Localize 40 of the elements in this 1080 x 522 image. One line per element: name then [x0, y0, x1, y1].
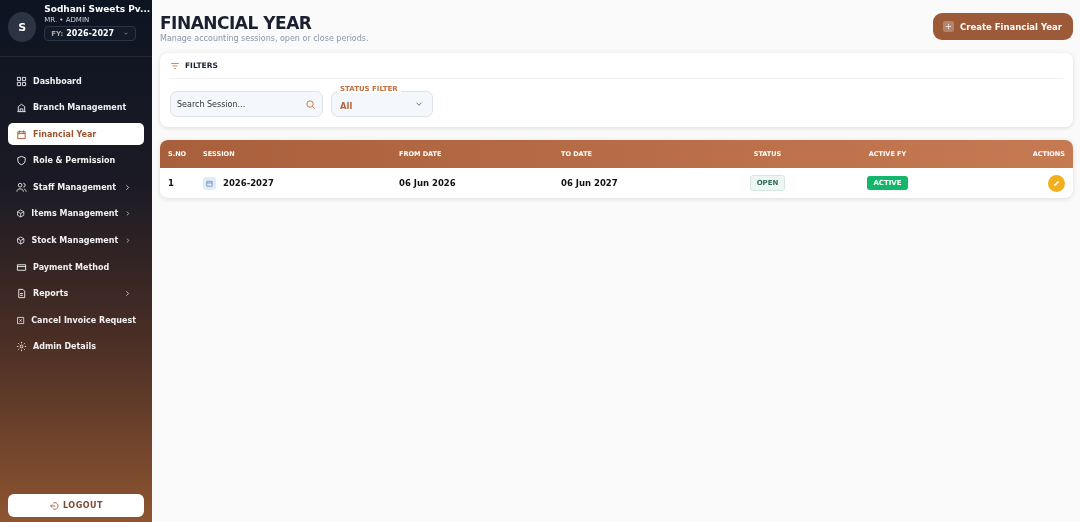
filter-icon — [170, 60, 180, 71]
nav-item[interactable]: Staff Management — [8, 176, 144, 199]
create-button[interactable]: Create Financial Year — [933, 13, 1073, 40]
calendar-icon — [203, 176, 216, 190]
table-cell-text: 06 Jun 2027 — [561, 178, 619, 188]
nav-item[interactable]: Financial Year — [8, 123, 144, 146]
search-field[interactable]: Search Session... — [170, 91, 323, 117]
nav-icon — [16, 75, 27, 87]
nav-item[interactable]: Branch Management — [8, 96, 144, 119]
nav-icon — [16, 341, 27, 353]
nav-icon — [16, 235, 26, 247]
nav-icon — [16, 261, 27, 273]
nav-icon — [16, 288, 27, 300]
page-subtitle: Manage accounting sessions, open or close periods. — [160, 34, 369, 43]
nav-item[interactable]: Dashboard — [8, 70, 144, 92]
edit-button[interactable] — [1048, 174, 1065, 192]
nav-icon — [16, 102, 27, 114]
nav-item[interactable]: Admin Details — [8, 335, 144, 358]
nav-icon — [16, 155, 27, 167]
nav-item[interactable]: Reports — [8, 282, 144, 305]
pencil-icon — [1052, 178, 1061, 188]
table-cell-text: 1 — [168, 178, 175, 188]
nav-icon — [16, 208, 26, 220]
logout-icon — [49, 500, 60, 511]
logout-button[interactable]: LOGOUT — [8, 494, 144, 517]
company-name: Sodhani Sweets Pv... — [44, 4, 151, 14]
page-title: FINANCIAL YEAR — [160, 13, 313, 33]
nav-item[interactable]: Payment Method — [8, 256, 144, 279]
nav-icon — [16, 128, 27, 140]
plus-icon — [943, 21, 955, 32]
table-cell: 2026-2027 — [223, 178, 274, 188]
nav-item[interactable]: Items Management — [8, 202, 144, 225]
table-cell-text: 06 Jun 2026 — [399, 178, 457, 188]
nav-item[interactable]: Stock Management — [8, 229, 144, 252]
nav-icon — [16, 181, 27, 193]
nav-item[interactable]: Cancel Invoice Request — [8, 309, 144, 332]
search-icon — [305, 98, 316, 110]
nav-item[interactable]: Role & Permission — [8, 149, 144, 172]
avatar: S — [8, 12, 37, 42]
nav-icon — [16, 314, 26, 326]
